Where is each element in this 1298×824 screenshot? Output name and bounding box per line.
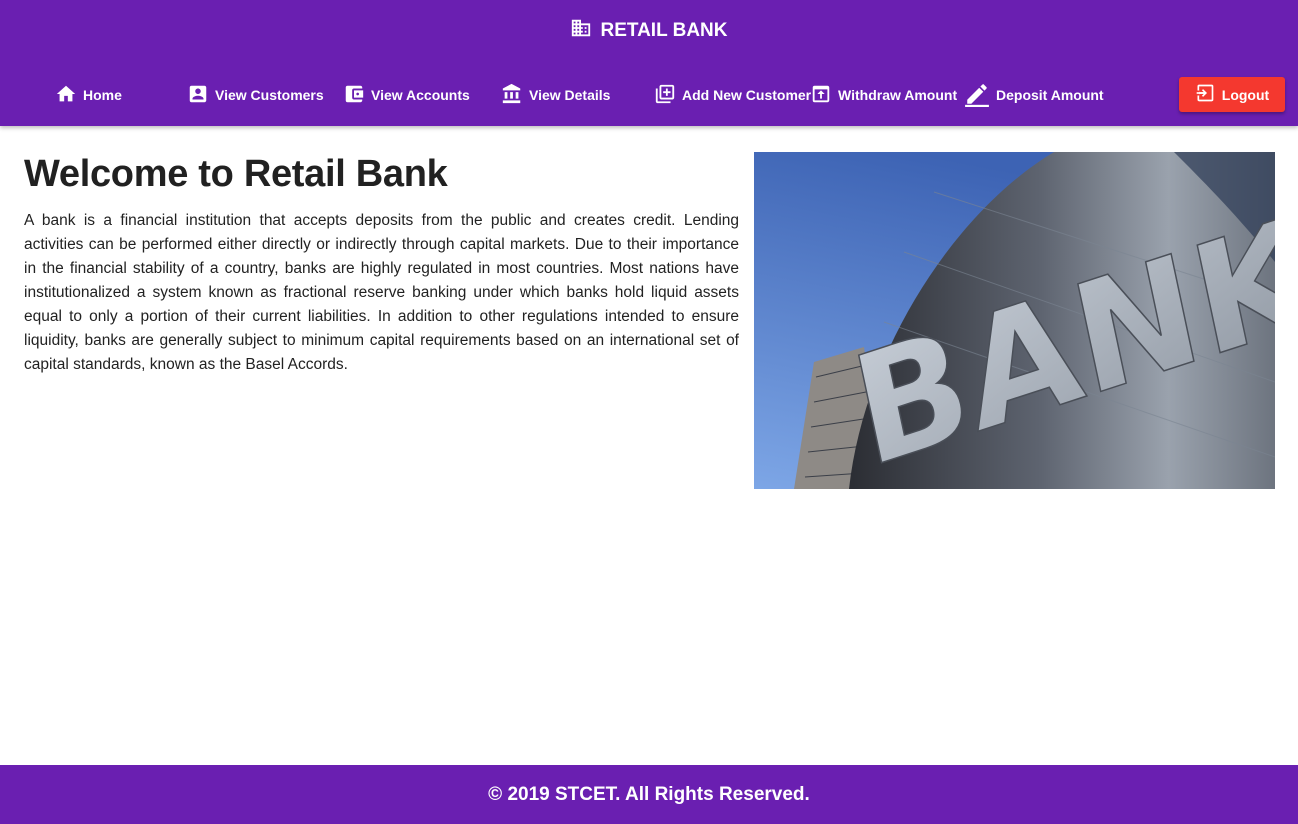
upload-box-icon <box>810 83 832 108</box>
intro-paragraph: A bank is a financial institution that a… <box>24 212 739 373</box>
footer: © 2019 STCET. All Rights Reserved. <box>0 765 1298 824</box>
logout-icon <box>1195 83 1215 106</box>
nav-deposit-amount[interactable]: Deposit Amount <box>964 80 1104 110</box>
app-title: RETAIL BANK <box>600 20 728 41</box>
nav-withdraw-amount[interactable]: Withdraw Amount <box>810 80 957 110</box>
library-add-icon <box>654 83 676 108</box>
building-icon <box>570 17 592 45</box>
wallet-icon <box>343 83 365 108</box>
app-brand[interactable]: RETAIL BANK <box>0 18 1298 44</box>
nav-add-new-customer[interactable]: Add New Customer <box>654 80 811 110</box>
pencil-icon <box>964 81 990 110</box>
nav-view-details-label: View Details <box>529 87 611 103</box>
bank-building-image: BANK <box>754 152 1275 489</box>
nav-home[interactable]: Home <box>55 80 122 110</box>
logout-button[interactable]: Logout <box>1179 77 1285 112</box>
page-title: Welcome to Retail Bank <box>24 153 448 195</box>
nav-view-details[interactable]: View Details <box>501 80 610 110</box>
top-app-bar: RETAIL BANK Home View Customers View Acc… <box>0 0 1298 126</box>
nav-home-label: Home <box>83 87 122 103</box>
nav-view-accounts[interactable]: View Accounts <box>343 80 470 110</box>
home-icon <box>55 83 77 108</box>
nav-view-customers[interactable]: View Customers <box>187 80 324 110</box>
nav-add-new-customer-label: Add New Customer <box>682 87 812 103</box>
nav-view-customers-label: View Customers <box>215 87 324 103</box>
nav-view-accounts-label: View Accounts <box>371 87 470 103</box>
nav-deposit-amount-label: Deposit Amount <box>996 87 1104 103</box>
account-box-icon <box>187 83 209 108</box>
logout-label: Logout <box>1221 86 1270 103</box>
copyright-text: © 2019 STCET. All Rights Reserved. <box>488 783 810 805</box>
bank-icon <box>501 83 523 108</box>
nav-withdraw-amount-label: Withdraw Amount <box>838 87 958 103</box>
